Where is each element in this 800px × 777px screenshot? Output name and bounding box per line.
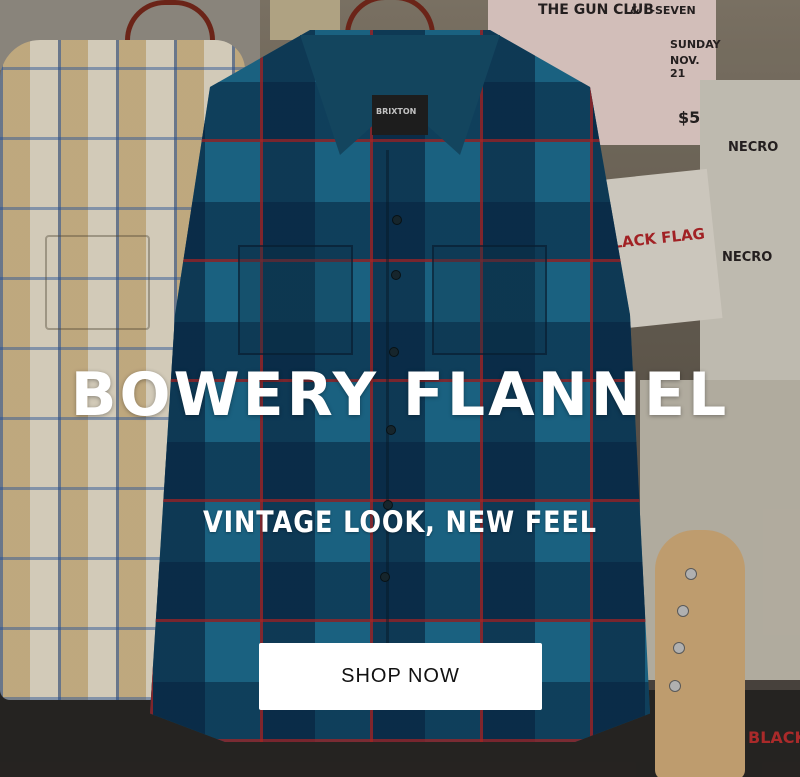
hero-headline: BOWERY FLANNEL [70,360,730,430]
hero-subheadline: VINTAGE LOOK, NEW FEEL [203,505,597,539]
shop-now-button[interactable]: SHOP NOW [259,643,542,710]
hero-banner[interactable]: THE GUN CLUB & L-SEVEN SUNDAY NOV. 21 $5… [0,0,800,777]
